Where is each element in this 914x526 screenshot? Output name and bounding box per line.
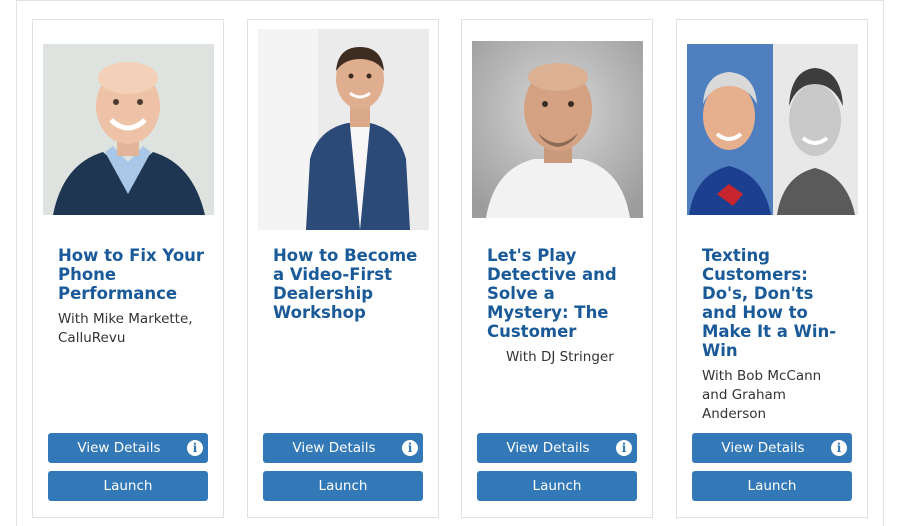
webinar-title: How to Become a Video-First Dealership W… (273, 246, 418, 322)
presenter-name: With DJ Stringer (506, 349, 614, 365)
webinar-card-4: Texting Customers: Do's, Don'ts and How … (676, 19, 868, 518)
launch-button[interactable]: Launch (692, 471, 852, 501)
info-icon: i (402, 440, 418, 456)
presenter-photo (43, 44, 214, 215)
presenter-photo (258, 29, 429, 230)
info-icon: i (831, 440, 847, 456)
info-icon: i (187, 440, 203, 456)
view-details-label: View Details (721, 440, 805, 456)
presenter-photo-image (258, 29, 429, 230)
launch-button[interactable]: Launch (48, 471, 208, 501)
view-details-button[interactable]: View Details i (48, 433, 208, 463)
presenter-photo (687, 44, 858, 215)
presenter-photo (472, 41, 643, 218)
view-details-button[interactable]: View Details i (263, 433, 423, 463)
webinar-card-1: How to Fix Your Phone Performance With M… (32, 19, 224, 518)
webinar-title: How to Fix Your Phone Performance (58, 246, 205, 303)
presenter-name: With Mike Markette, CalluRevu (58, 311, 193, 346)
webinar-card-2: How to Become a Video-First Dealership W… (247, 19, 439, 518)
view-details-button[interactable]: View Details i (477, 433, 637, 463)
view-details-label: View Details (77, 440, 161, 456)
launch-button[interactable]: Launch (477, 471, 637, 501)
view-details-label: View Details (292, 440, 376, 456)
view-details-label: View Details (506, 440, 590, 456)
presenter-photo-image (43, 44, 214, 215)
launch-button[interactable]: Launch (263, 471, 423, 501)
presenter-photo-image (472, 41, 643, 218)
presenter-name: With Bob McCann and Graham Anderson (702, 368, 822, 422)
webinar-title: Texting Customers: Do's, Don'ts and How … (702, 246, 837, 360)
webinar-card-3: Let's Play Detective and Solve a Mystery… (461, 19, 653, 518)
view-details-button[interactable]: View Details i (692, 433, 852, 463)
webinar-title: Let's Play Detective and Solve a Mystery… (487, 246, 617, 341)
presenter-photo-image (687, 44, 858, 215)
info-icon: i (616, 440, 632, 456)
